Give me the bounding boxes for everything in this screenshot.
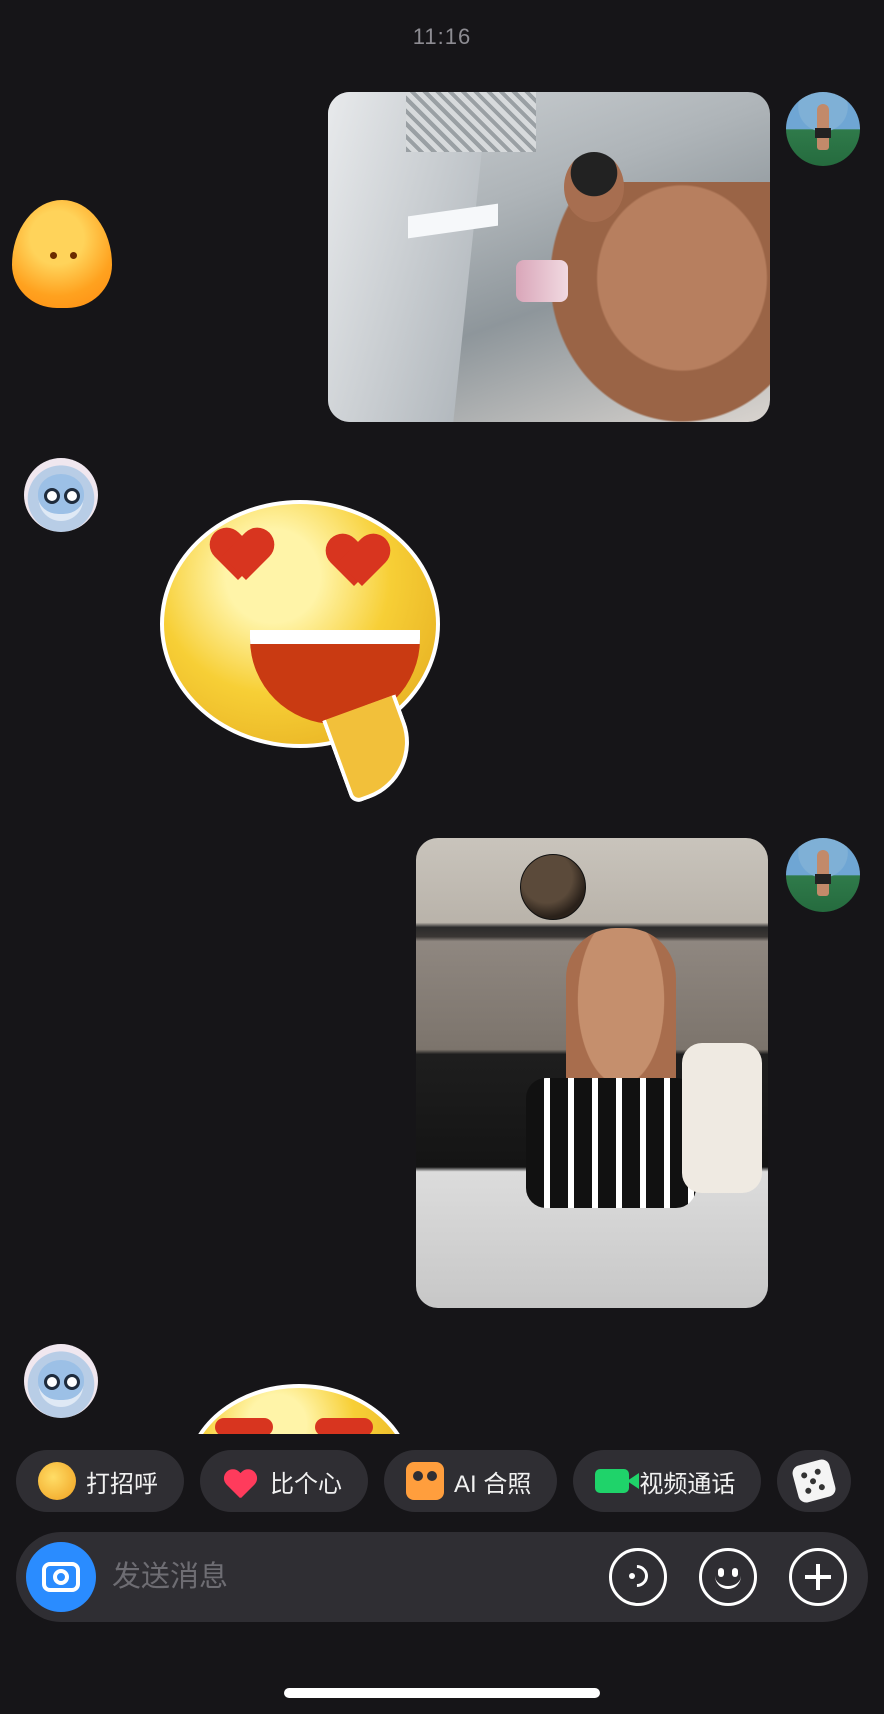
my-avatar[interactable] xyxy=(786,92,860,166)
message-composer: 发送消息 xyxy=(16,1532,868,1622)
avatar-figure-shorts xyxy=(815,874,831,884)
contact-avatar[interactable] xyxy=(24,1344,98,1418)
avatar-eye xyxy=(44,1374,60,1390)
avatar-eye xyxy=(64,488,80,504)
photo-vent xyxy=(406,92,536,152)
wave-icon xyxy=(38,1462,76,1500)
sticker-drop-eye xyxy=(50,252,57,259)
heart-eye-right xyxy=(315,1418,373,1434)
camera-button[interactable] xyxy=(26,1542,96,1612)
sticker-heart-eyes[interactable] xyxy=(160,500,440,805)
photo-phone xyxy=(516,260,568,302)
quick-actions-bar: 打招呼 比个心 AI 合照 视频通话 xyxy=(16,1450,852,1512)
quick-action-video-call[interactable]: 视频通话 xyxy=(573,1450,762,1512)
heart-eye-right xyxy=(328,536,388,590)
message-input[interactable]: 发送消息 xyxy=(112,1532,228,1622)
heart-eye-left xyxy=(212,530,272,584)
quick-action-label: 打招呼 xyxy=(86,1470,158,1498)
sticker-heart-eyes-partial[interactable] xyxy=(185,1384,405,1434)
avatar-figure xyxy=(817,850,829,896)
smiley-mouth-icon xyxy=(715,1575,741,1589)
avatar-eye xyxy=(64,1374,80,1390)
more-options-plus-button[interactable] xyxy=(789,1548,847,1606)
photo-person-head xyxy=(564,152,624,222)
contact-avatar[interactable] xyxy=(24,458,98,532)
quick-action-heart[interactable]: 比个心 xyxy=(200,1450,368,1512)
quick-action-ai-photo[interactable]: AI 合照 xyxy=(384,1450,558,1512)
video-call-icon xyxy=(595,1469,630,1493)
message-timestamp: 11:16 xyxy=(412,24,472,49)
ai-photo-icon xyxy=(406,1462,444,1500)
home-indicator[interactable] xyxy=(284,1688,600,1698)
heart-eye-left xyxy=(215,1418,273,1434)
quick-action-label: 视频通话 xyxy=(639,1470,736,1498)
dice-icon xyxy=(791,1457,838,1505)
avatar-figure-shorts xyxy=(815,128,831,138)
avatar-eye xyxy=(44,488,60,504)
photo-basketball xyxy=(520,854,586,920)
photo-shorts xyxy=(526,1078,696,1208)
photo-chair xyxy=(682,1043,762,1193)
sticker-drop-eye xyxy=(70,252,77,259)
sent-photo-mirror-selfie[interactable] xyxy=(328,92,770,422)
sticker-orange-drop[interactable] xyxy=(8,200,116,312)
quick-action-label: 比个心 xyxy=(270,1470,342,1498)
avatar-figure xyxy=(817,104,829,150)
my-avatar[interactable] xyxy=(786,838,860,912)
quick-action-label: AI 合照 xyxy=(454,1470,532,1498)
quick-action-greet[interactable]: 打招呼 xyxy=(16,1450,184,1512)
emoji-button[interactable] xyxy=(699,1548,757,1606)
quick-action-dice[interactable] xyxy=(777,1450,852,1512)
sent-photo-basketball-selfie[interactable] xyxy=(416,838,768,1308)
heart-icon xyxy=(222,1462,260,1500)
camera-lens-icon xyxy=(53,1569,69,1585)
voice-message-button[interactable] xyxy=(609,1548,667,1606)
sticker-drop-body xyxy=(12,200,112,308)
